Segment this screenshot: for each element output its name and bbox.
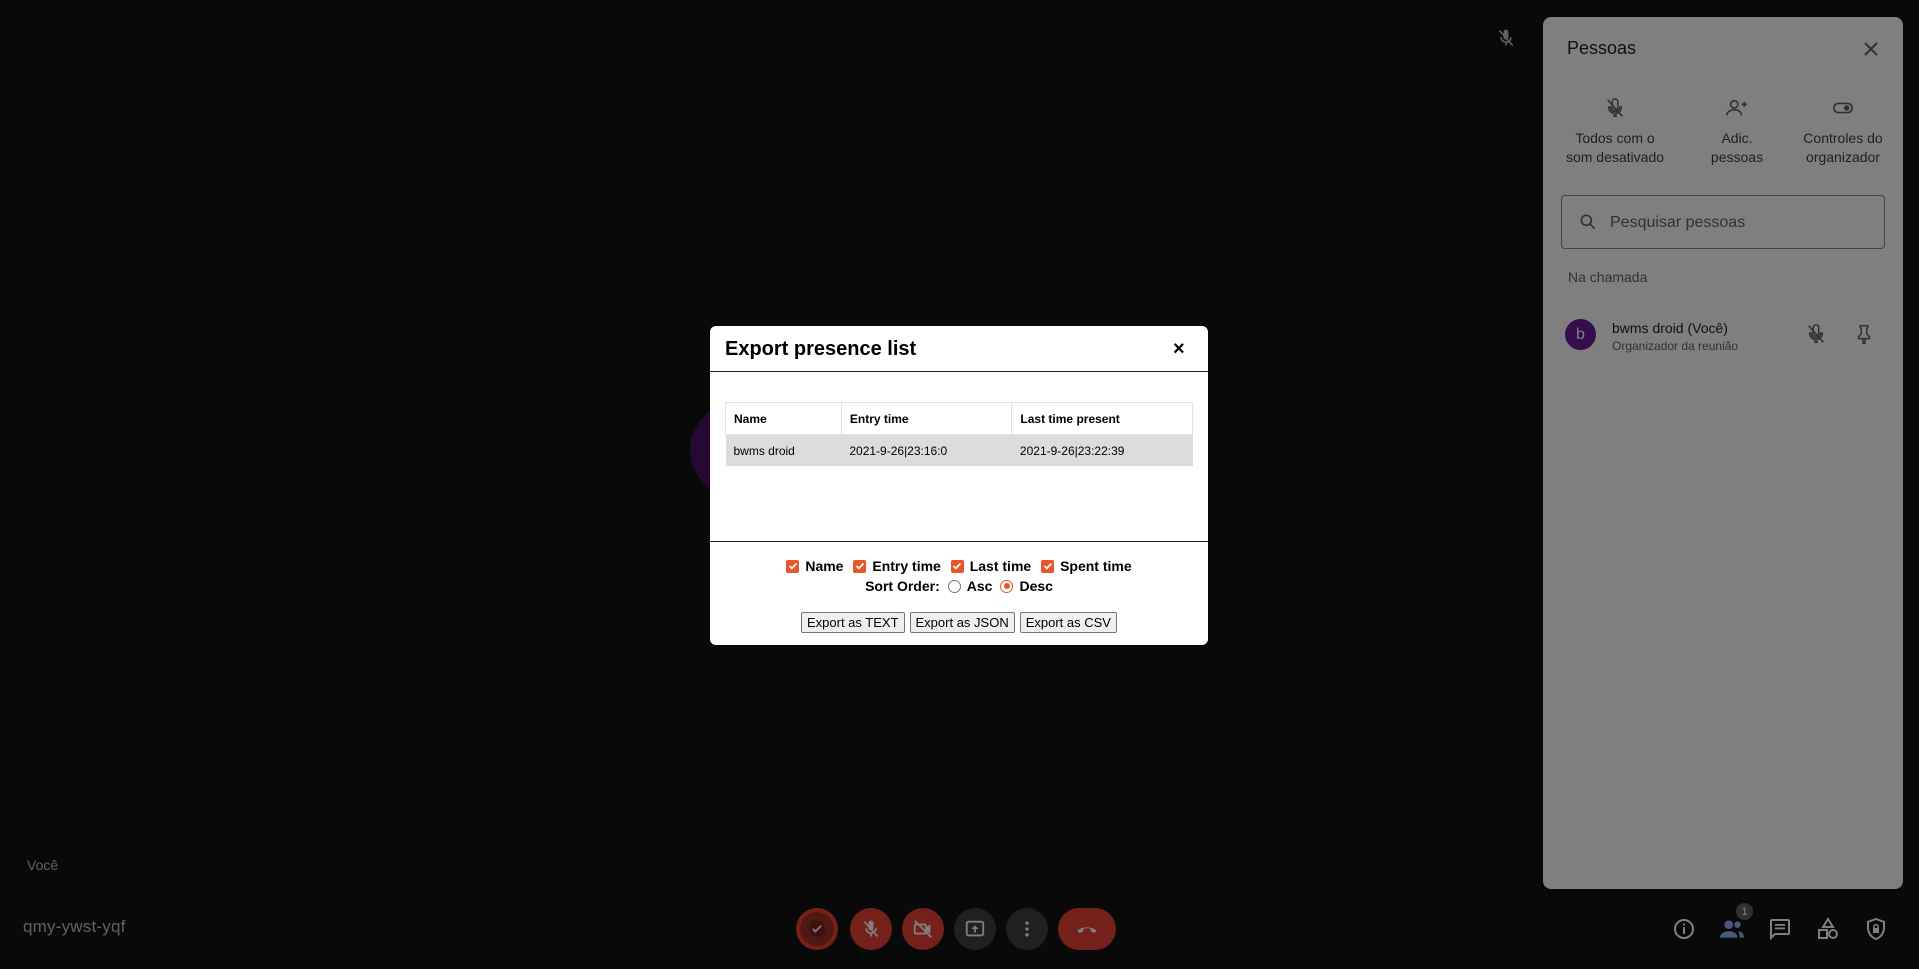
export-csv-button[interactable]: Export as CSV (1019, 612, 1117, 633)
column-header: Name (725, 402, 842, 435)
table-cell: 2021-9-26|23:16:0 (841, 434, 1012, 466)
export-presence-dialog: Export presence list × Name Entry time L… (710, 326, 1208, 645)
checkbox-checked-icon (786, 559, 800, 573)
field-checkbox-spent-time[interactable]: Spent time (1041, 558, 1132, 574)
dialog-close-button[interactable]: × (1173, 338, 1185, 361)
checkbox-checked-icon (950, 559, 964, 573)
table-header-row: Name Entry time Last time present (725, 402, 1193, 435)
field-label: Name (805, 558, 844, 574)
export-buttons-row: Export as TEXT Export as JSON Export as … (710, 612, 1208, 633)
sort-order-row: Sort Order: Asc Desc (710, 578, 1208, 594)
export-options: Name Entry time Last time Spent time Sor… (710, 558, 1208, 594)
field-label: Last time (969, 558, 1032, 574)
sort-asc-label: Asc (966, 578, 993, 594)
table-cell: 2021-9-26|23:22:39 (1011, 434, 1193, 466)
export-text-button[interactable]: Export as TEXT (801, 612, 905, 633)
dialog-title: Export presence list (725, 338, 917, 360)
column-header: Entry time (840, 402, 1013, 435)
column-header: Last time present (1011, 402, 1193, 435)
field-label: Spent time (1060, 558, 1132, 574)
sort-desc-label: Desc (1019, 578, 1053, 594)
checkbox-checked-icon (1041, 559, 1055, 573)
presence-table: Name Entry time Last time present bwms d… (725, 402, 1193, 466)
sort-asc-radio[interactable] (947, 579, 961, 593)
field-checkbox-last-time[interactable]: Last time (950, 558, 1032, 574)
table-row: bwms droid 2021-9-26|23:16:0 2021-9-26|2… (725, 434, 1193, 466)
sort-desc-radio[interactable] (1000, 579, 1014, 593)
divider (710, 541, 1208, 542)
field-checkbox-entry-time[interactable]: Entry time (853, 558, 941, 574)
field-checkbox-name[interactable]: Name (786, 558, 843, 574)
table-cell: bwms droid (725, 434, 842, 466)
field-options-row: Name Entry time Last time Spent time (710, 558, 1208, 574)
sort-order-label: Sort Order: (865, 578, 940, 594)
divider (710, 371, 1208, 372)
export-json-button[interactable]: Export as JSON (909, 612, 1015, 633)
field-label: Entry time (872, 558, 941, 574)
checkbox-checked-icon (853, 559, 867, 573)
